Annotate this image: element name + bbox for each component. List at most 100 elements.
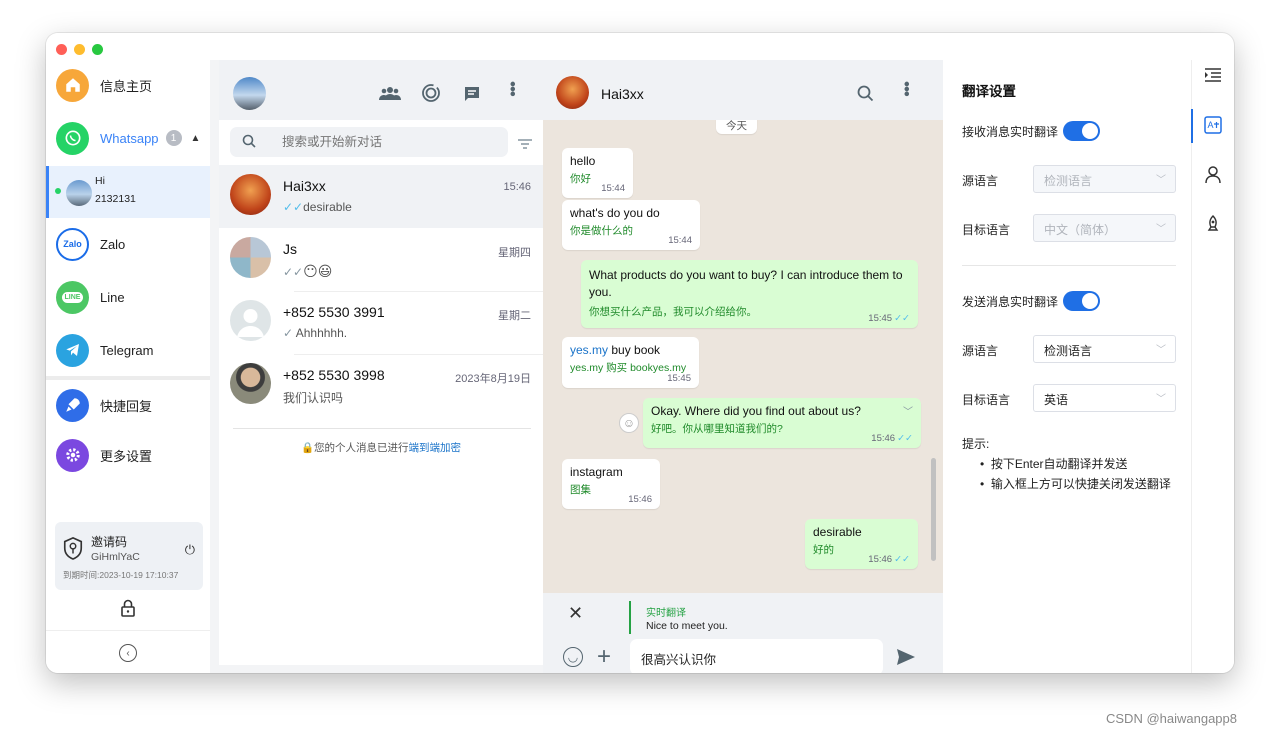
left-sidebar: 信息主页 Whatsapp 1 ▲ Hi 2132131 Zalo Zalo L… bbox=[46, 33, 210, 673]
chat-time: 15:46 bbox=[503, 181, 531, 193]
chat-preview: ✓✓desirable bbox=[283, 200, 352, 214]
emoji-react-icon[interactable]: ☺ bbox=[619, 413, 639, 433]
telegram-icon bbox=[56, 333, 89, 367]
e2e-link[interactable]: 端到端加密 bbox=[409, 442, 462, 454]
search-icon bbox=[242, 134, 256, 153]
send-target-select[interactable]: 英语 ﹀ bbox=[1033, 384, 1176, 412]
plus-icon[interactable]: + bbox=[597, 643, 611, 671]
nav-zalo-label: Zalo bbox=[100, 236, 126, 252]
nav-telegram-label: Telegram bbox=[100, 342, 154, 358]
message-in[interactable]: yes.my buy book yes.my 购买 bookyes.my 15:… bbox=[562, 337, 699, 388]
message-input[interactable]: 很高兴认识你 bbox=[630, 639, 883, 673]
chevron-down-icon[interactable]: ﹀ bbox=[903, 403, 913, 418]
nav-zalo[interactable]: Zalo Zalo bbox=[46, 219, 210, 269]
nav-telegram[interactable]: Telegram bbox=[46, 325, 210, 375]
rocket-icon[interactable] bbox=[1205, 215, 1221, 238]
nav-home[interactable]: 信息主页 bbox=[46, 60, 210, 110]
close-icon[interactable]: ✕ bbox=[568, 603, 583, 624]
recv-target-select[interactable]: 中文（简体） ﹀ bbox=[1033, 214, 1176, 242]
translate-icon[interactable]: A bbox=[1204, 116, 1222, 139]
nav-more-settings[interactable]: 更多设置 bbox=[46, 430, 210, 480]
chat-avatar bbox=[230, 174, 271, 215]
close-window-button[interactable] bbox=[56, 44, 67, 55]
status-icon[interactable] bbox=[421, 83, 441, 103]
chevron-up-icon[interactable]: ▲ bbox=[191, 133, 201, 144]
search-input[interactable] bbox=[282, 127, 492, 157]
chat-row-3991[interactable]: +852 5530 3991 ✓ Ahhhhhh. 星期二 bbox=[219, 291, 543, 354]
send-realtime-label: 发送消息实时翻译 bbox=[962, 295, 1059, 309]
nav-whatsapp[interactable]: Whatsapp 1 ▲ bbox=[46, 113, 210, 163]
check-icon: ✓ bbox=[283, 326, 294, 340]
message-link[interactable]: yes.my bbox=[570, 343, 608, 357]
message-out[interactable]: Okay. Where did you find out about us? 好… bbox=[643, 398, 921, 448]
emoji-icon[interactable]: ◡ bbox=[563, 647, 583, 667]
chat-preview: ✓ Ahhhhhh. bbox=[283, 326, 348, 340]
contact-avatar[interactable] bbox=[556, 76, 589, 109]
send-source-select[interactable]: 检测语言 ﹀ bbox=[1033, 335, 1176, 363]
chat-time: 星期四 bbox=[498, 247, 531, 259]
double-check-icon: ✓✓ bbox=[283, 200, 304, 214]
collapse-sidebar-icon[interactable]: ‹ bbox=[119, 644, 137, 662]
menu-dots-icon[interactable]: ••• bbox=[897, 81, 916, 96]
sidebar-bottom-divider bbox=[46, 630, 210, 631]
invite-card: 邀请码 GiHmlYaC ⏻ 到期时间:2023-10-19 17:10:37 bbox=[55, 522, 203, 590]
send-realtime-toggle[interactable] bbox=[1063, 291, 1100, 311]
account-item[interactable]: Hi 2132131 bbox=[46, 166, 210, 218]
invite-code: GiHmlYaC bbox=[91, 551, 140, 563]
filter-icon[interactable] bbox=[518, 137, 532, 155]
message-area: 今天 hello 你好 15:44 what's do you do 你是做什么… bbox=[543, 120, 943, 593]
e2e-notice: 🔒您的个人消息已进行端到端加密 bbox=[300, 442, 462, 454]
tip-item: • 按下Enter自动翻译并发送 bbox=[980, 457, 1128, 471]
whatsapp-icon bbox=[56, 121, 89, 155]
account-avatar bbox=[66, 180, 92, 206]
tip-item: • 输入框上方可以快捷关闭发送翻译 bbox=[980, 477, 1171, 491]
chat-row-js[interactable]: Js ✓✓😶😃 星期四 bbox=[219, 228, 543, 291]
chat-avatar bbox=[230, 237, 271, 278]
minimize-window-button[interactable] bbox=[74, 44, 85, 55]
message-out[interactable]: What products do you want to buy? I can … bbox=[581, 260, 918, 328]
home-icon bbox=[56, 68, 89, 102]
menu-dots-icon[interactable]: ••• bbox=[503, 81, 522, 96]
chat-time: 2023年8月19日 bbox=[455, 373, 531, 385]
search-icon[interactable] bbox=[857, 85, 874, 107]
scrollbar[interactable] bbox=[931, 458, 936, 561]
chat-row-hai3xx[interactable]: Hai3xx ✓✓desirable 15:46 bbox=[219, 165, 543, 228]
line-icon: LINE bbox=[56, 280, 89, 314]
power-icon[interactable]: ⏻ bbox=[185, 542, 195, 558]
message-in[interactable]: what's do you do 你是做什么的 15:44 bbox=[562, 200, 700, 250]
my-avatar[interactable] bbox=[233, 77, 266, 110]
zalo-icon: Zalo bbox=[56, 227, 89, 261]
realtime-label: 实时翻译 bbox=[646, 608, 686, 619]
chat-row-3998[interactable]: +852 5530 3998 我们认识吗 2023年8月19日 bbox=[219, 354, 543, 417]
panel-title: 翻译设置 bbox=[962, 84, 1016, 99]
indent-menu-icon[interactable] bbox=[1205, 68, 1221, 87]
message-in[interactable]: instagram 图集 15:46 bbox=[562, 459, 660, 509]
contact-name[interactable]: Hai3xx bbox=[601, 86, 644, 102]
send-icon[interactable] bbox=[896, 648, 916, 671]
chevron-down-icon: ﹀ bbox=[1156, 224, 1166, 235]
lock-icon[interactable] bbox=[120, 599, 136, 622]
message-in[interactable]: hello 你好 15:44 bbox=[562, 148, 633, 198]
right-toolbar: A bbox=[1191, 60, 1234, 673]
community-icon[interactable] bbox=[379, 84, 401, 102]
default-avatar-icon bbox=[230, 300, 271, 341]
new-chat-icon[interactable] bbox=[463, 85, 481, 103]
search-box[interactable] bbox=[230, 127, 508, 157]
chevron-down-icon: ﹀ bbox=[1156, 175, 1166, 186]
chat-list-header: ••• bbox=[219, 60, 543, 120]
list-end-divider bbox=[233, 428, 531, 429]
receive-realtime-toggle[interactable] bbox=[1063, 121, 1100, 141]
nav-line[interactable]: LINE Line bbox=[46, 272, 210, 322]
window-controls bbox=[56, 44, 103, 55]
settings-divider bbox=[962, 265, 1176, 266]
maximize-window-button[interactable] bbox=[92, 44, 103, 55]
date-chip: 今天 bbox=[716, 120, 757, 134]
message-out[interactable]: desirable 好的 15:46 ✓✓ bbox=[805, 519, 918, 569]
recv-source-select[interactable]: 检测语言 ﹀ bbox=[1033, 165, 1176, 193]
conversation-header: Hai3xx ••• bbox=[543, 60, 943, 120]
nav-quick-reply[interactable]: 快捷回复 bbox=[46, 380, 210, 430]
user-icon[interactable] bbox=[1205, 166, 1221, 189]
gear-icon bbox=[56, 438, 89, 472]
chat-name: Js bbox=[283, 241, 297, 257]
rocket-icon bbox=[56, 388, 89, 422]
